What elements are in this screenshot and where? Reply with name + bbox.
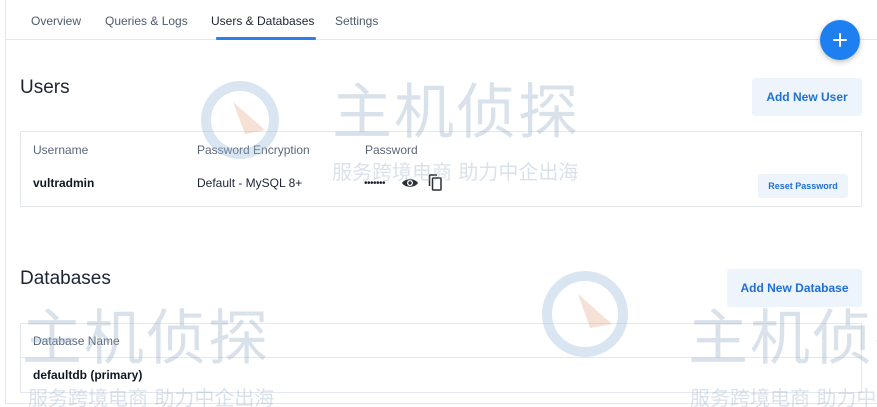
password-column-header: Password <box>365 143 418 157</box>
reset-password-button[interactable]: Reset Password <box>758 174 848 198</box>
database-name-column-header: Database Name <box>33 334 120 348</box>
database-name-value[interactable]: defaultdb (primary) <box>33 368 142 382</box>
eye-icon[interactable] <box>401 177 419 189</box>
tab-settings[interactable]: Settings <box>335 14 378 28</box>
frame-left-border <box>5 0 6 404</box>
username-value: vultradmin <box>33 176 95 190</box>
frame-bottom-border <box>5 403 877 404</box>
plus-icon <box>833 33 847 47</box>
databases-section-title: Databases <box>20 268 111 289</box>
password-masked-value: ••••••• <box>364 178 386 189</box>
tab-users-databases[interactable]: Users & Databases <box>211 14 314 28</box>
tab-queries-logs[interactable]: Queries & Logs <box>105 14 188 28</box>
add-fab-button[interactable] <box>820 20 860 60</box>
users-section-title: Users <box>20 77 70 98</box>
add-new-user-button[interactable]: Add New User <box>752 78 862 116</box>
username-column-header: Username <box>33 143 89 157</box>
users-table <box>20 131 862 207</box>
active-tab-indicator <box>216 37 316 40</box>
databases-header-divider <box>20 357 862 358</box>
add-new-database-button[interactable]: Add New Database <box>727 269 862 307</box>
databases-table <box>20 323 862 393</box>
copy-icon[interactable] <box>428 174 442 191</box>
encryption-column-header: Password Encryption <box>197 143 310 157</box>
tab-overview[interactable]: Overview <box>31 14 81 28</box>
tab-bar: Overview Queries & Logs Users & Database… <box>6 0 877 40</box>
encryption-value: Default - MySQL 8+ <box>197 176 303 190</box>
